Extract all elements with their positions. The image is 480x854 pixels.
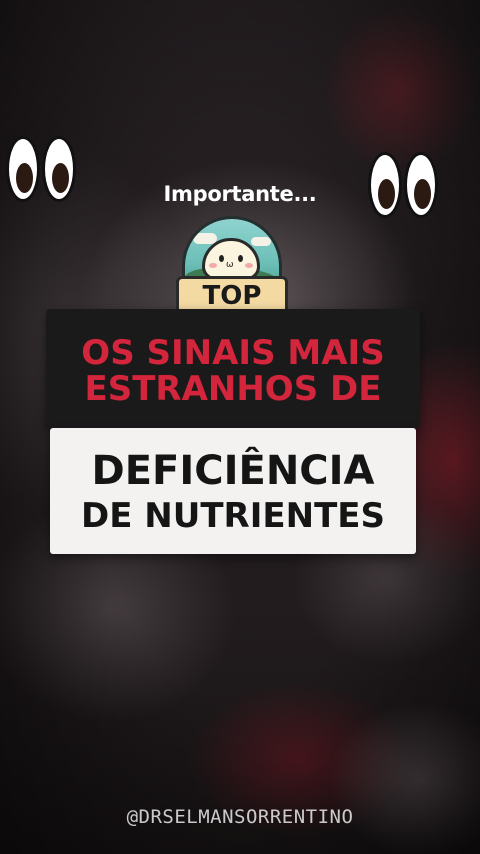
mascot-blush <box>209 263 217 268</box>
topic-line-2: DE NUTRIENTES <box>81 496 385 536</box>
headline-line-2: ESTRANHOS DE <box>84 369 382 409</box>
mascot-mouth: ω <box>226 260 234 270</box>
cloud-icon <box>251 237 271 246</box>
topic-banner: DEFICIÊNCIA DE NUTRIENTES <box>50 428 416 554</box>
subtitle-text: Importante... <box>163 182 317 206</box>
creator-handle[interactable]: @DRSELMANSORRENTINO <box>0 806 480 828</box>
mascot-blush <box>245 263 253 268</box>
mascot-eye <box>238 255 243 262</box>
headline-line-1: OS SINAIS MAIS <box>81 333 385 373</box>
top-badge: ω TOP <box>176 212 288 318</box>
headline-banner: OS SINAIS MAIS ESTRANHOS DE <box>46 309 420 428</box>
mascot-eye <box>219 255 224 262</box>
topic-line-1: DEFICIÊNCIA <box>91 448 375 494</box>
